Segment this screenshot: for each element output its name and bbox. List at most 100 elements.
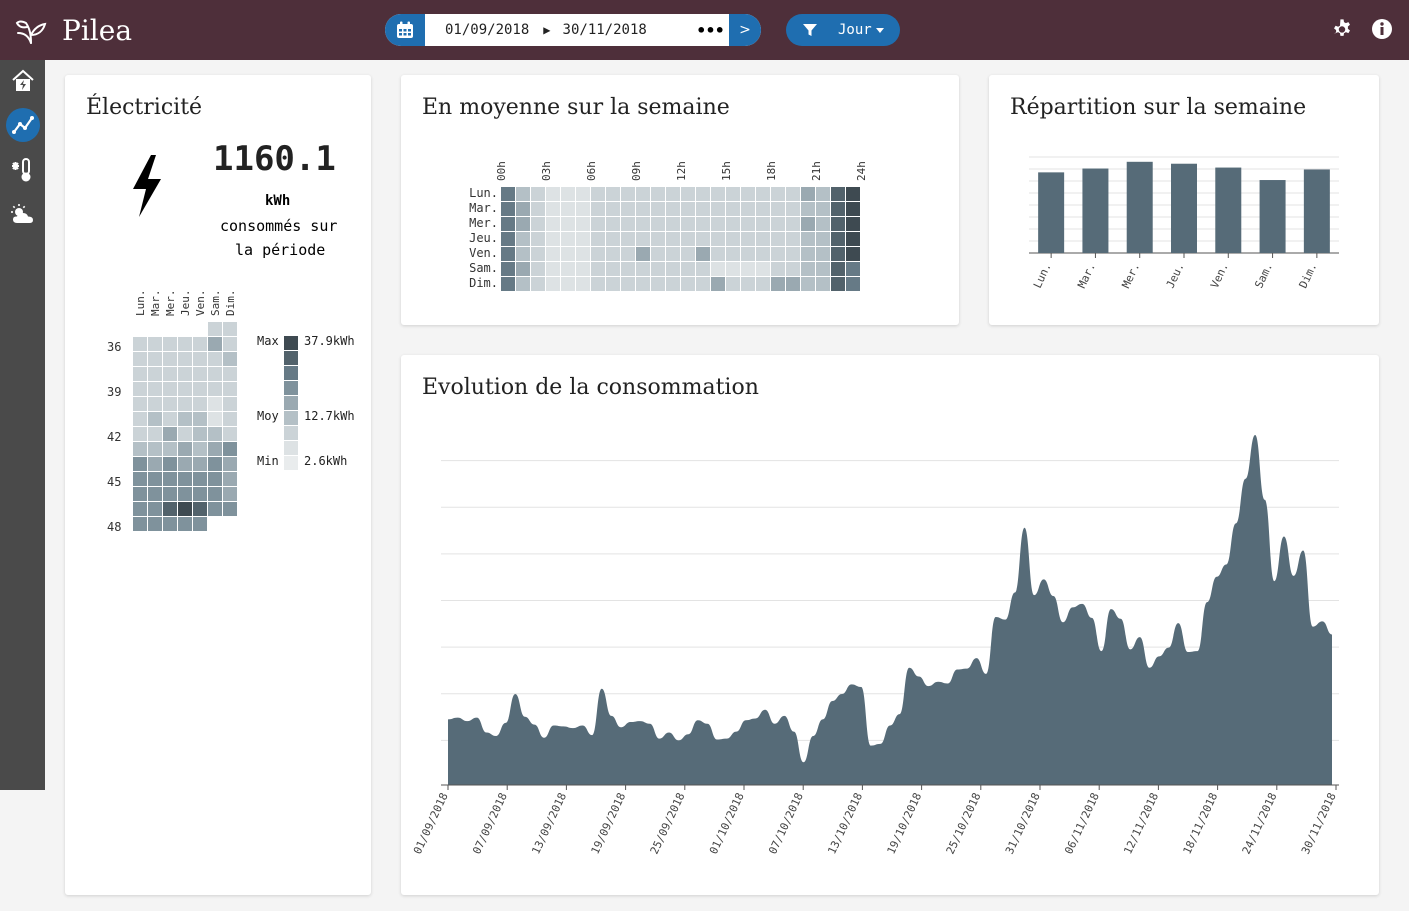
heatmap-cell (756, 232, 770, 246)
heatmap-cell (831, 262, 845, 276)
bar (1038, 172, 1065, 253)
x-tick-label: 18/11/2018 (1181, 791, 1221, 857)
day-label: Dim. (469, 276, 498, 290)
bar (1171, 163, 1197, 253)
heatmap-cell (786, 202, 800, 216)
next-period-button[interactable]: > (729, 14, 761, 46)
evolution-card: Evolution de la consommation 01/09/2018 0… (401, 355, 1379, 895)
calendar-cell (133, 337, 147, 351)
legend-max-label: Max (257, 334, 279, 348)
calendar-cell (208, 412, 222, 426)
bar (1082, 168, 1109, 253)
hour-label: 06h (585, 161, 598, 181)
sidebar-item-weather[interactable] (0, 192, 45, 237)
calendar-cell (208, 457, 222, 471)
heatmap-cell (621, 277, 635, 291)
calendar-cell (133, 367, 147, 381)
heatmap-cell (651, 232, 665, 246)
heatmap-cell (816, 232, 830, 246)
calendar-cell (223, 322, 237, 336)
legend-swatch (284, 396, 298, 410)
heatmap-cell (666, 277, 680, 291)
brand[interactable]: Pilea (14, 10, 132, 50)
heatmap-cell (741, 232, 755, 246)
granularity-dropdown[interactable]: Jour (786, 14, 900, 46)
chart-icon (11, 115, 34, 134)
heatmap-cell (621, 202, 635, 216)
heatmap-cell (591, 262, 605, 276)
heatmap-cell (576, 202, 590, 216)
heatmap-cell (516, 202, 530, 216)
info-icon[interactable] (1371, 18, 1393, 40)
day-label: Jeu. (179, 290, 192, 317)
heatmap-cell (726, 232, 740, 246)
heatmap-cell (636, 247, 650, 261)
heatmap-cell (801, 277, 815, 291)
sidebar-item-temperature[interactable] (0, 147, 45, 192)
filter-icon (803, 24, 817, 36)
heatmap-cell (741, 187, 755, 201)
hour-label: 03h (540, 161, 553, 181)
calendar-cell (208, 397, 222, 411)
heatmap-cell (501, 247, 515, 261)
calendar-cell (178, 487, 192, 501)
calendar-cell (163, 442, 177, 456)
heatmap-cell (531, 247, 545, 261)
date-range-field[interactable]: 01/09/2018 ▶ 30/11/2018 (425, 14, 691, 46)
calendar-cell (193, 502, 207, 516)
heatmap-cell (771, 202, 785, 216)
legend-avg-value: 12.7kWh (304, 409, 355, 423)
x-tick-label: Jeu. (1164, 261, 1187, 291)
heatmap-cell (801, 217, 815, 231)
sidebar-item-home[interactable] (0, 60, 45, 102)
day-label: Dim. (224, 290, 237, 317)
bar (1215, 167, 1242, 253)
heatmap-cell (696, 217, 710, 231)
sidebar-item-chart[interactable] (0, 102, 45, 147)
heatmap-cell (651, 202, 665, 216)
day-label: Lun. (134, 290, 147, 317)
calendar-cell (178, 457, 192, 471)
heatmap-cell (621, 187, 635, 201)
heatmap-cell (801, 202, 815, 216)
legend-min-label: Min (257, 454, 279, 468)
heatmap-cell (756, 277, 770, 291)
heatmap-cell (636, 187, 650, 201)
legend-swatch (284, 441, 298, 455)
calendar-cell (193, 457, 207, 471)
date-end[interactable]: 30/11/2018 (563, 22, 647, 38)
hour-label: 21h (810, 161, 823, 181)
heatmap-cell (666, 187, 680, 201)
x-tick-label: 12/11/2018 (1121, 791, 1161, 857)
heatmap-cell (516, 217, 530, 231)
heatmap-cell (621, 262, 635, 276)
heatmap-cell (711, 232, 725, 246)
calendar-cell (148, 427, 162, 441)
calendar-cell (193, 382, 207, 396)
calendar-cell (223, 472, 237, 486)
hour-label: 18h (765, 161, 778, 181)
calendar-cell (163, 337, 177, 351)
date-start[interactable]: 01/09/2018 (445, 22, 529, 38)
more-button[interactable]: ••• (691, 14, 729, 46)
calendar-cell (133, 412, 147, 426)
calendar-button[interactable] (385, 14, 425, 46)
x-tick-label: 01/10/2018 (707, 791, 747, 857)
gear-icon[interactable] (1331, 18, 1353, 40)
calendar-cell (163, 352, 177, 366)
heatmap-cell (741, 202, 755, 216)
heatmap-cell (591, 187, 605, 201)
calendar-cell (223, 427, 237, 441)
calendar-cell (163, 382, 177, 396)
calendar-cell (208, 382, 222, 396)
heatmap-cell (561, 187, 575, 201)
hour-label: 15h (720, 161, 733, 181)
heatmap-cell (531, 202, 545, 216)
calendar-cell (208, 352, 222, 366)
x-tick-label: Mer. (1119, 261, 1142, 291)
day-label: Ven. (469, 246, 498, 260)
calendar-cell (193, 397, 207, 411)
heatmap-cell (501, 202, 515, 216)
heatmap-cell (756, 262, 770, 276)
day-label: Sam. (209, 290, 222, 317)
